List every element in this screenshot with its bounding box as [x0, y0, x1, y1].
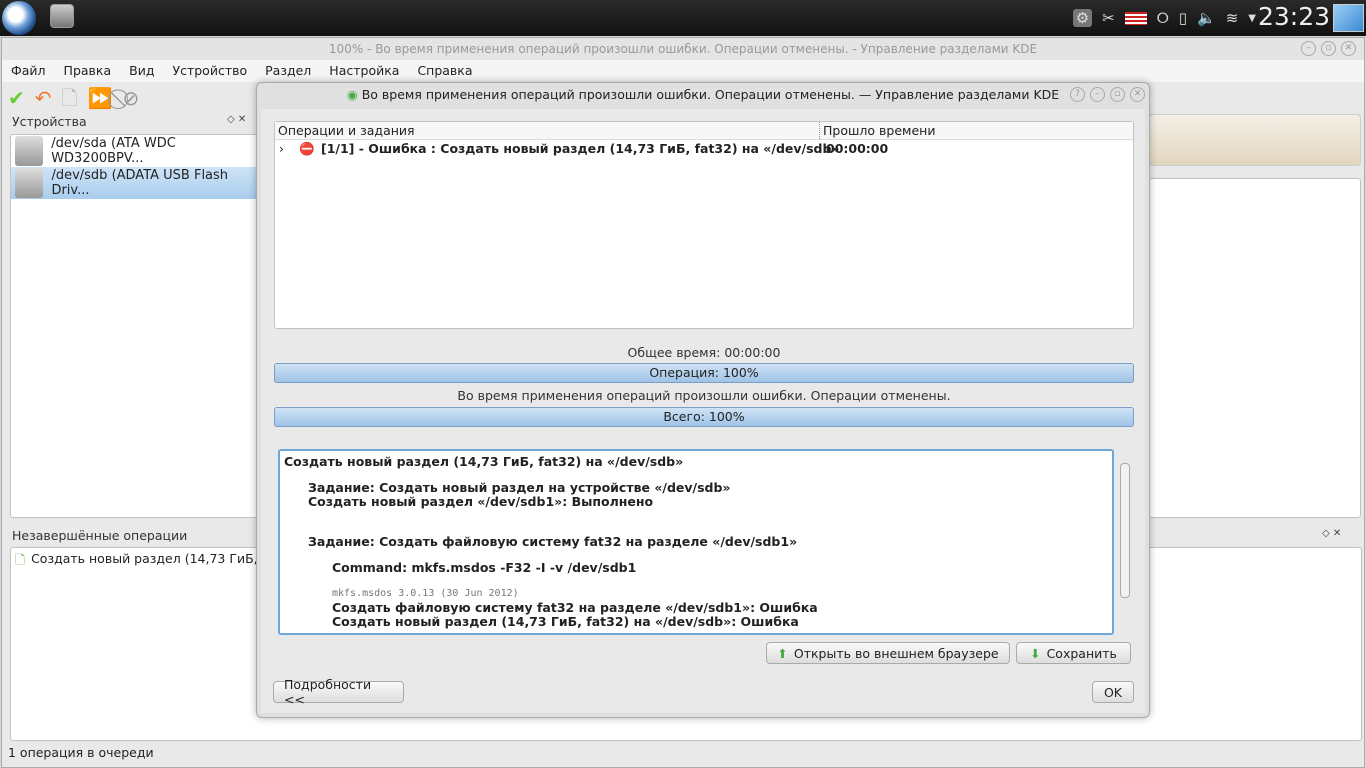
log-line: Создать новый раздел (14,73 ГиБ, fat32) … — [332, 614, 799, 629]
total-time: Общее время: 00:00:00 — [627, 345, 781, 360]
operations-tree: Операции и задания Прошло времени › ⛔ [1… — [274, 121, 1134, 329]
keyboard-layout-flag-icon[interactable] — [1124, 11, 1147, 25]
log-line: Создать новый раздел (14,73 ГиБ, fat32) … — [284, 454, 684, 469]
dialog-body: Операции и задания Прошло времени › ⛔ [1… — [261, 109, 1145, 713]
minimize-button[interactable]: – — [1301, 41, 1316, 56]
save-button[interactable]: ⬇ Сохранить — [1016, 642, 1131, 664]
device-label: /dev/sda (ATA WDC WD3200BPV... — [51, 136, 176, 166]
log-line: Задание: Создать файловую систему fat32 … — [308, 534, 798, 549]
menu-file[interactable]: Файл — [2, 60, 55, 82]
toolbar: ✔ ↶ 🗋 ⏩ ⃠⊘ — [8, 85, 139, 111]
new-partition-icon: 🗋 — [15, 552, 26, 567]
partition-manager-task-icon[interactable] — [50, 4, 74, 28]
menu-settings[interactable]: Настройка — [320, 60, 408, 82]
log-line: Command: mkfs.msdos -F32 -I -v /dev/sdb1 — [332, 560, 637, 575]
hard-disk-icon — [15, 168, 44, 198]
clock[interactable]: 23:23 — [1258, 2, 1330, 31]
button-label: Сохранить — [1046, 645, 1117, 661]
top-panel: ⚙ ✂ ⭘ ▯ 🔈 ≋ ▼ 23:23 — [0, 0, 1366, 36]
usb-icon[interactable]: ⭘ — [1157, 9, 1169, 27]
dialog-title-text: Во время применения операций произошли о… — [361, 87, 1060, 102]
operation-progress-bar: Операция: 100% — [274, 363, 1134, 383]
progress-dialog: ◉ Во время применения операций произошли… — [256, 82, 1150, 718]
dock-float-icon[interactable]: ◇ ✕ — [227, 114, 246, 125]
main-window-title: 100% - Во время применения операций прои… — [2, 38, 1364, 60]
partition-graph — [1149, 114, 1361, 166]
menu-view[interactable]: Вид — [120, 60, 163, 82]
settings-icon[interactable]: ⚙ — [1072, 9, 1093, 27]
system-tray: ⚙ ✂ ⭘ ▯ 🔈 ≋ ▼ — [1072, 0, 1256, 36]
app-launcher-icon[interactable] — [2, 1, 36, 35]
undo-icon[interactable]: ↶ — [35, 85, 52, 111]
pending-dock-title: Незавершённые операции — [12, 528, 188, 543]
open-in-browser-button[interactable]: ⬆ Открыть во внешнем браузере — [766, 642, 1010, 664]
ok-button[interactable]: OK — [1092, 681, 1134, 703]
operation-row[interactable]: › ⛔ [1/1] - Ошибка : Создать новый разде… — [275, 140, 1133, 158]
log-scrollbar[interactable] — [1118, 449, 1132, 635]
hard-disk-icon — [15, 136, 44, 166]
scrollbar-thumb[interactable] — [1120, 463, 1130, 598]
save-icon: ⬇ — [1030, 645, 1041, 661]
close-button[interactable]: ✕ — [1130, 87, 1145, 102]
log-line: Создать файловую систему fat32 на раздел… — [332, 600, 818, 615]
clipboard-icon[interactable]: ✂ — [1102, 9, 1115, 27]
operation-text: [1/1] - Ошибка : Создать новый раздел (1… — [321, 141, 840, 156]
show-desktop-button[interactable] — [1333, 4, 1364, 32]
main-window-buttons: – ▫ ✕ — [1301, 41, 1356, 56]
column-operations[interactable]: Операции и задания — [275, 122, 820, 139]
details-button[interactable]: Подробности << — [273, 677, 404, 707]
operation-time: 00:00:00 — [826, 141, 889, 156]
details-log[interactable]: Создать новый раздел (14,73 ГиБ, fat32) … — [278, 449, 1114, 635]
close-button[interactable]: ✕ — [1341, 41, 1356, 56]
menu-edit[interactable]: Правка — [55, 60, 121, 82]
result-message: Во время применения операций произошли о… — [457, 388, 951, 403]
button-label: Открыть во внешнем браузере — [793, 645, 999, 661]
device-item-sdb[interactable]: /dev/sdb (ADATA USB Flash Driv... — [11, 167, 259, 199]
menubar: Файл Правка Вид Устройство Раздел Настро… — [2, 60, 1364, 82]
menu-help[interactable]: Справка — [408, 60, 481, 82]
browser-icon: ⬆ — [777, 645, 788, 661]
dialog-title: ◉ Во время применения операций произошли… — [257, 83, 1149, 107]
column-elapsed[interactable]: Прошло времени — [820, 122, 935, 139]
new-partition-icon[interactable]: 🗋 — [62, 85, 78, 111]
log-line: Создать новый раздел «/dev/sdb1»: Выполн… — [308, 494, 654, 509]
devices-dock-title: Устройства — [12, 114, 87, 129]
status-bar: 1 операция в очереди — [8, 745, 154, 760]
forward-icon[interactable]: ⏩ — [88, 85, 113, 111]
tray-expand-icon[interactable]: ▼ — [1248, 13, 1256, 24]
tree-header: Операции и задания Прошло времени — [275, 122, 1133, 140]
log-line: Задание: Создать новый раздел на устройс… — [308, 480, 731, 495]
menu-device[interactable]: Устройство — [163, 60, 256, 82]
partition-manager-icon: ◉ — [346, 87, 362, 102]
maximize-button[interactable]: ▫ — [1110, 87, 1125, 102]
expand-icon[interactable]: › — [279, 140, 299, 158]
error-icon: ⛔ — [299, 141, 315, 156]
dialog-window-buttons: ? – ▫ ✕ — [1070, 87, 1145, 102]
dock-float-icon[interactable]: ◇ ✕ — [1322, 528, 1341, 539]
pending-item-label: Создать новый раздел (14,73 ГиБ, — [31, 551, 258, 566]
cancel-icon[interactable]: ⃠⊘ — [123, 85, 140, 111]
log-line: mkfs.msdos 3.0.13 (30 Jun 2012) — [332, 588, 519, 599]
maximize-button[interactable]: ▫ — [1321, 41, 1336, 56]
menu-partition[interactable]: Раздел — [256, 60, 320, 82]
device-item-sda[interactable]: /dev/sda (ATA WDC WD3200BPV... — [11, 135, 259, 167]
device-label: /dev/sdb (ADATA USB Flash Driv... — [51, 168, 229, 198]
devices-list: /dev/sda (ATA WDC WD3200BPV... /dev/sdb … — [10, 134, 260, 518]
apply-icon[interactable]: ✔ — [8, 85, 25, 111]
help-button[interactable]: ? — [1070, 87, 1085, 102]
wifi-icon[interactable]: ≋ — [1226, 9, 1239, 27]
total-progress-bar: Всего: 100% — [274, 407, 1134, 427]
minimize-button[interactable]: – — [1090, 87, 1105, 102]
volume-icon[interactable]: 🔈 — [1197, 9, 1216, 27]
battery-icon[interactable]: ▯ — [1179, 9, 1187, 27]
partition-table — [1149, 178, 1361, 518]
